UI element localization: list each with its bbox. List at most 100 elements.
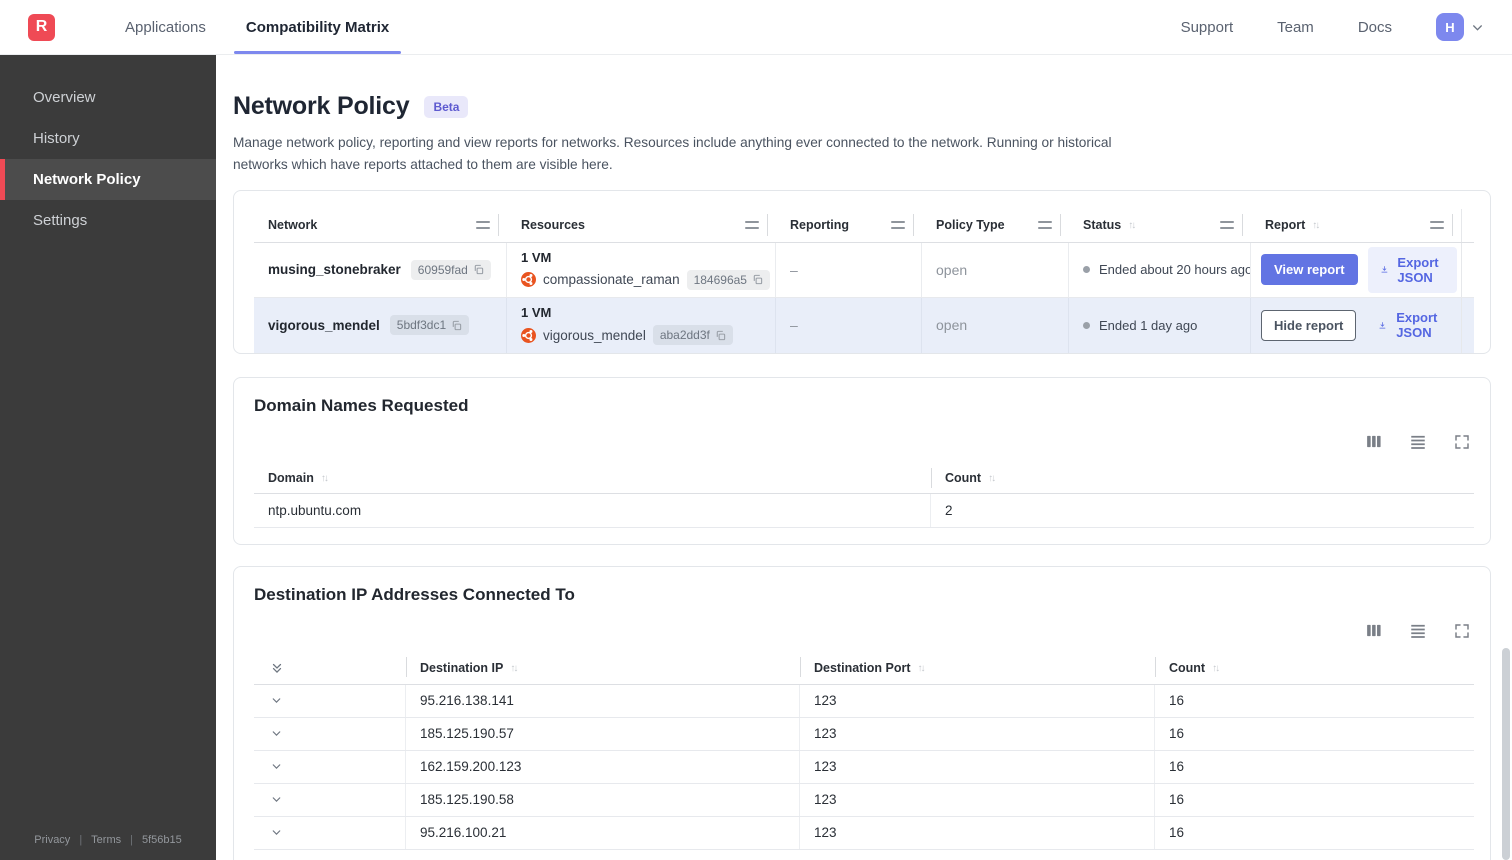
sidebar-item-overview[interactable]: Overview [0,77,216,118]
app-logo[interactable]: R [28,13,55,41]
count-cell: 2 [945,502,953,518]
sort-icon[interactable]: ↑↓ [1212,663,1220,674]
destination-row[interactable]: 95.216.100.21 123 16 [254,816,1474,850]
expand-row-toggle[interactable] [254,717,406,750]
rows-icon[interactable] [1409,433,1427,451]
sort-icon[interactable]: ↑↓ [1128,220,1136,231]
column-header-destination-ip[interactable]: Destination IP ↑↓ [406,653,800,684]
expand-row-toggle[interactable] [254,750,406,783]
status-dot-icon [1083,321,1090,329]
chevron-down-icon [270,694,283,707]
count-cell: 16 [1169,693,1185,709]
scrollbar-track[interactable] [1461,208,1474,242]
top-navbar: R Applications Compatibility Matrix Supp… [0,0,1512,55]
network-row-musing-stonebraker[interactable]: musing_stonebraker 60959fad 1 VM compass… [254,242,1474,298]
export-json-button[interactable]: Export JSON [1367,246,1457,293]
primary-nav: Applications Compatibility Matrix [105,0,409,54]
nav-link-support[interactable]: Support [1181,19,1234,36]
column-menu-icon[interactable] [1038,221,1052,230]
sort-icon[interactable]: ↑↓ [1312,220,1320,231]
column-menu-icon[interactable] [1220,221,1234,230]
column-header-resources[interactable]: Resources [507,209,776,242]
destination-row[interactable]: 185.125.190.58 123 16 [254,783,1474,817]
nav-link-team[interactable]: Team [1277,19,1314,36]
count-cell: 16 [1169,759,1185,775]
nav-item-applications[interactable]: Applications [105,0,226,54]
column-header-reporting[interactable]: Reporting [776,209,922,242]
expand-row-toggle[interactable] [254,684,406,717]
destination-row[interactable]: 95.216.138.141 123 16 [254,684,1474,718]
column-menu-icon[interactable] [745,221,759,230]
divider: | [130,834,133,846]
expand-row-toggle[interactable] [254,816,406,849]
sidebar-item-settings[interactable]: Settings [0,200,216,241]
resource-id-badge[interactable]: 184696a5 [686,269,770,290]
networks-table-header: Network Resources Reporting Policy Type [254,208,1474,243]
column-menu-icon[interactable] [1430,221,1444,230]
rows-icon[interactable] [1409,622,1427,640]
expand-all-header[interactable] [254,653,406,684]
nav-item-compatibility-matrix[interactable]: Compatibility Matrix [226,0,409,54]
column-header-destination-port[interactable]: Destination Port ↑↓ [800,653,1155,684]
sidebar-item-history[interactable]: History [0,118,216,159]
sort-icon[interactable]: ↑↓ [918,663,926,674]
network-row-vigorous-mendel[interactable]: vigorous_mendel 5bdf3dc1 1 VM vigorous_m… [254,297,1474,353]
sidebar: Overview History Network Policy Settings… [0,55,216,860]
status-cell: Ended about 20 hours ago [1069,242,1251,297]
count-cell: 16 [1169,825,1185,841]
destination-table: Destination IP ↑↓ Destination Port ↑↓ Co… [254,653,1474,850]
double-chevron-down-icon[interactable] [270,661,284,675]
column-header-domain[interactable]: Domain ↑↓ [254,464,931,493]
columns-icon[interactable] [1365,622,1382,639]
avatar[interactable]: H [1436,13,1464,41]
column-header-report[interactable]: Report ↑↓ [1251,209,1461,242]
column-header-network[interactable]: Network [254,209,507,242]
column-header-status[interactable]: Status ↑↓ [1069,209,1251,242]
scrollbar-track[interactable] [1461,242,1474,297]
account-menu[interactable]: H [1436,13,1484,41]
destination-port-cell: 123 [800,717,1155,750]
scrollbar-track[interactable] [1461,297,1474,353]
chevron-down-icon [270,760,283,773]
resource-id-badge[interactable]: aba2dd3f [652,325,733,346]
expand-icon[interactable] [1454,434,1470,450]
column-menu-icon[interactable] [891,221,905,230]
count-cell: 16 [1169,726,1185,742]
beta-badge: Beta [424,95,469,118]
sort-icon[interactable]: ↑↓ [510,663,518,674]
destination-row[interactable]: 185.125.190.57 123 16 [254,717,1474,751]
sidebar-item-network-policy[interactable]: Network Policy [0,159,216,200]
nav-link-docs[interactable]: Docs [1358,19,1392,36]
build-version: 5f56b15 [141,834,182,846]
sidebar-footer: Privacy | Terms | 5f56b15 [0,818,216,860]
network-id-badge[interactable]: 5bdf3dc1 [389,315,470,336]
destination-port-cell: 123 [800,750,1155,783]
copy-icon [474,265,484,275]
page-scrollbar-thumb[interactable] [1502,648,1510,860]
table-toolbar [254,433,1470,451]
main-content: Network Policy Beta Manage network polic… [216,55,1512,860]
privacy-link[interactable]: Privacy [34,834,70,846]
network-id-badge[interactable]: 60959fad [410,259,491,280]
destination-row[interactable]: 162.159.200.123 123 16 [254,750,1474,784]
hide-report-button[interactable]: Hide report [1261,309,1357,341]
expand-icon[interactable] [1454,623,1470,639]
terms-link[interactable]: Terms [91,834,121,846]
column-header-count[interactable]: Count ↑↓ [1155,653,1474,684]
chevron-down-icon [270,826,283,839]
networks-card: Network Resources Reporting Policy Type [233,189,1491,354]
column-menu-icon[interactable] [476,221,490,230]
column-header-count[interactable]: Count ↑↓ [931,464,1474,493]
export-json-button[interactable]: Export JSON [1366,302,1455,348]
report-cell: View report Export JSON [1251,243,1461,297]
column-header-policy-type[interactable]: Policy Type [922,209,1069,242]
expand-row-toggle[interactable] [254,783,406,816]
view-report-button[interactable]: View report [1261,254,1358,286]
policy-type-cell: open [922,242,1069,297]
columns-icon[interactable] [1365,433,1382,450]
domain-row[interactable]: ntp.ubuntu.com 2 [254,493,1474,528]
sort-icon[interactable]: ↑↓ [988,473,996,484]
destination-card-title: Destination IP Addresses Connected To [254,584,575,604]
resources-cell: 1 VM vigorous_mendel aba2dd3f [507,297,776,353]
sort-icon[interactable]: ↑↓ [321,473,329,484]
